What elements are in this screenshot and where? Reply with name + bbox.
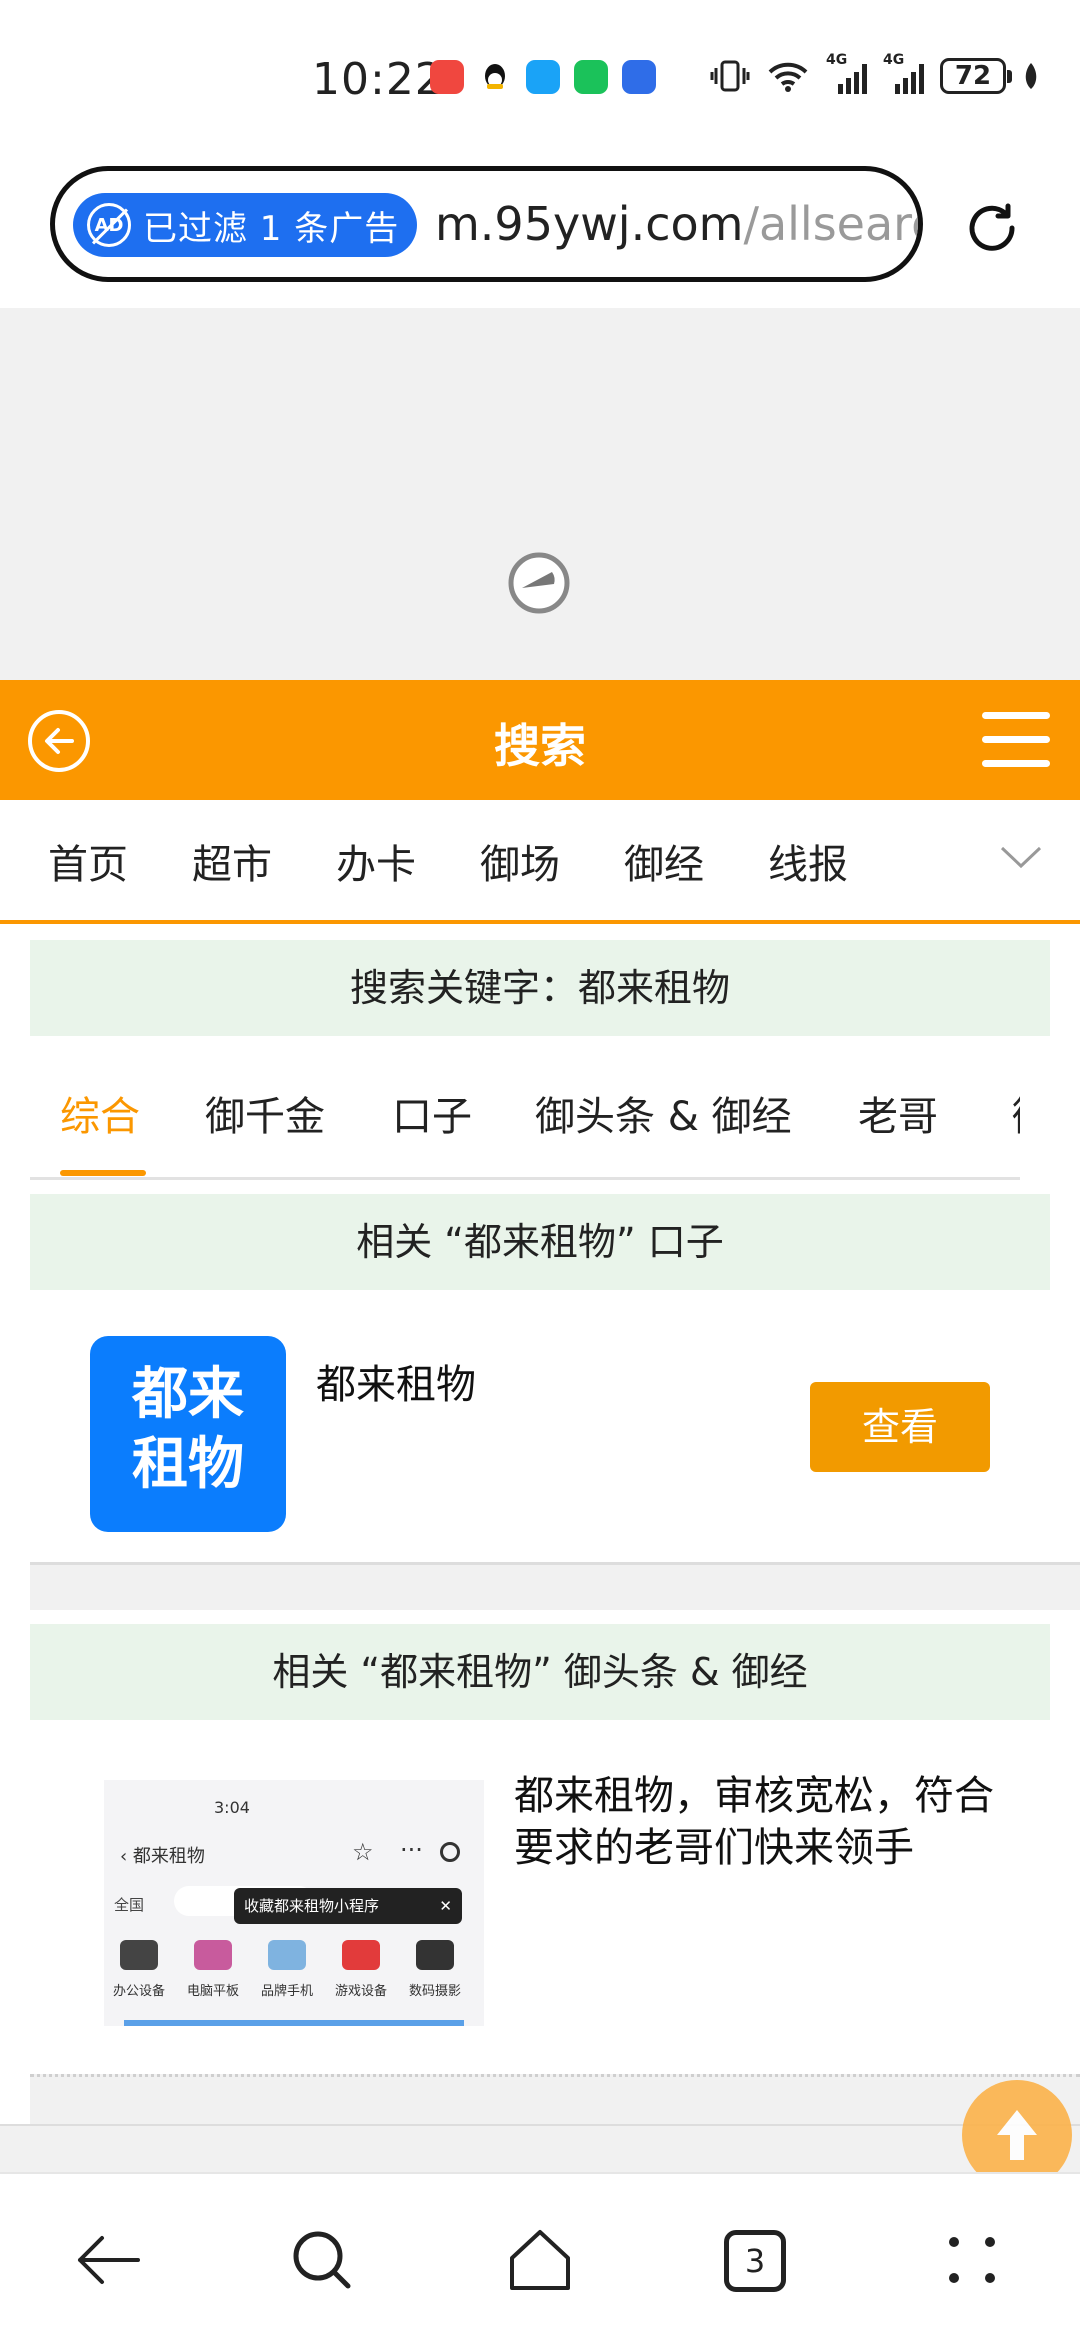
tab-yuqianjin[interactable]: 御千金 [205,1084,325,1142]
app-logo-line2: 租物 [132,1432,244,1497]
article-thumbnail[interactable]: 3:04 ‹ 都来租物 ☆ ··· 全国 收藏都来租物小程序 ✕ 办公设备 电脑平… [104,1780,484,2026]
battery-level: 72 [954,61,992,91]
tab-kouzi[interactable]: 口子 [392,1084,472,1142]
search-keyword-banner: 搜索关键字：都来租物 [30,940,1050,1036]
search-icon[interactable] [286,2224,358,2296]
qq-icon [478,60,512,94]
tab-laoge[interactable]: 老哥 [858,1084,938,1142]
url-path: /allsearcl [743,197,918,251]
thumb-time: 3:04 [214,1798,250,1817]
missed-call-icon [430,60,464,94]
page-title: 搜索 [494,719,586,773]
nav-item-home[interactable]: 首页 [48,832,128,890]
signal-2-icon: 4G [883,52,924,94]
thumb-category: 品牌手机 [252,1940,322,1999]
tab-news[interactable]: 御头条 & 御经 [535,1084,792,1142]
ad-placeholder [0,308,1080,680]
thumb-category: 数码摄影 [400,1940,470,1999]
tab-all[interactable]: 综合 [60,1084,140,1142]
wechat-icon [574,60,608,94]
result-tabs: 综合 御千金 口子 御头条 & 御经 老哥 御 [30,1036,1020,1180]
chevron-down-icon[interactable] [998,834,1044,880]
ad-filter-badge[interactable]: AD 已过滤 1 条广告 [73,193,417,257]
app-logo-line1: 都来 [132,1362,244,1427]
view-button[interactable]: 查看 [810,1382,990,1472]
address-bar[interactable]: AD 已过滤 1 条广告 m.95ywj.com/allsearcl [50,166,923,282]
nav-item-card[interactable]: 办卡 [336,832,416,890]
task-icon [622,60,656,94]
nav-item-yuchang[interactable]: 御场 [480,832,560,890]
article-title[interactable]: 都来租物，审核宽松，符合要求的老哥们快来领手 [514,1770,1014,1874]
network-type-1: 4G [826,52,848,68]
ad-filter-label: 已过滤 1 条广告 [143,208,400,249]
tab-count: 3 [744,2242,766,2280]
thumb-tooltip: 收藏都来租物小程序 ✕ [234,1888,462,1924]
nav-item-market[interactable]: 超市 [192,832,272,890]
status-indicators: 4G 4G 72 [710,52,1040,94]
leaf-icon [1025,63,1037,89]
thumb-category: 办公设备 [104,1940,174,1999]
ad-icon-text: AD [94,214,124,236]
browser-bottom-bar: 3 [0,2172,1080,2340]
tab-more[interactable]: 御 [1012,1084,1020,1142]
section-divider [30,2074,1080,2124]
thumb-more-icon: ··· [400,1836,423,1864]
vibrate-icon [710,60,750,92]
reload-icon[interactable] [962,198,1022,258]
active-tab-indicator [60,1170,146,1176]
thumb-close-icon: ✕ [439,1897,452,1915]
message-icon [526,60,560,94]
thumb-bar [124,2020,464,2026]
status-time: 10:22 [312,54,444,105]
section-title-news: 相关 “都来租物” 御头条 & 御经 [30,1624,1050,1720]
nav-item-yujing[interactable]: 御经 [624,832,704,890]
ad-block-icon: AD [87,203,131,247]
app-logo[interactable]: 都来 租物 [90,1336,286,1532]
battery-icon: 72 [940,58,1012,94]
network-type-2: 4G [883,52,905,68]
signal-1-icon: 4G [826,52,867,94]
thumb-category: 游戏设备 [326,1940,396,1999]
thumb-star-icon: ☆ [352,1838,374,1866]
back-arrow-icon[interactable] [72,2224,144,2296]
top-nav: 首页 超市 办卡 御场 御经 线报 [0,800,1080,924]
loading-spinner-icon [508,552,570,614]
status-bar: 10:22 4G 4G 72 [0,0,1080,160]
nav-item-xianbao[interactable]: 线报 [768,832,848,890]
url-domain: m.95ywj.com [435,197,744,251]
thumb-tooltip-text: 收藏都来租物小程序 [244,1897,380,1915]
thumb-title-text: 都来租物 [132,1846,205,1867]
page-bottom-strip [0,2124,1080,2172]
tab-count-button[interactable]: 3 [724,2230,786,2292]
more-dots-icon[interactable] [936,2224,1008,2296]
thumb-region: 全国 [114,1896,145,1914]
thumb-title: ‹ 都来租物 [120,1846,205,1867]
thumb-target-icon [440,1842,460,1862]
menu-icon[interactable] [982,712,1050,768]
thumb-category: 电脑平板 [178,1940,248,1999]
section-divider [30,1562,1080,1610]
app-name[interactable]: 都来租物 [316,1352,476,1410]
wifi-icon [768,62,808,92]
page-header: 搜索 [0,680,1080,800]
home-icon[interactable] [504,2224,576,2296]
url-text[interactable]: m.95ywj.com/allsearcl [435,197,918,251]
section-title-kouzi: 相关 “都来租物” 口子 [30,1194,1050,1290]
